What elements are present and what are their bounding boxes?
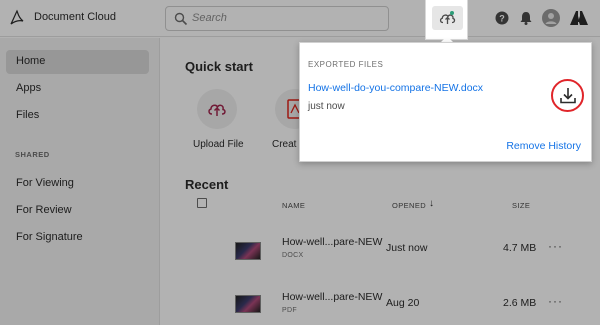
popover-title: EXPORTED FILES xyxy=(308,60,384,69)
remove-history-button[interactable]: Remove History xyxy=(506,140,581,152)
exported-files-button-bg xyxy=(432,6,463,30)
exported-files-popover: EXPORTED FILES How-well-do-you-compare-N… xyxy=(299,42,592,162)
download-button[interactable] xyxy=(551,79,584,112)
cloud-upload-icon xyxy=(439,11,456,24)
exported-files-button[interactable] xyxy=(425,0,468,40)
exported-file-time: just now xyxy=(308,101,345,112)
exported-file-link[interactable]: How-well-do-you-compare-NEW.docx xyxy=(308,82,483,94)
download-icon xyxy=(560,88,576,104)
